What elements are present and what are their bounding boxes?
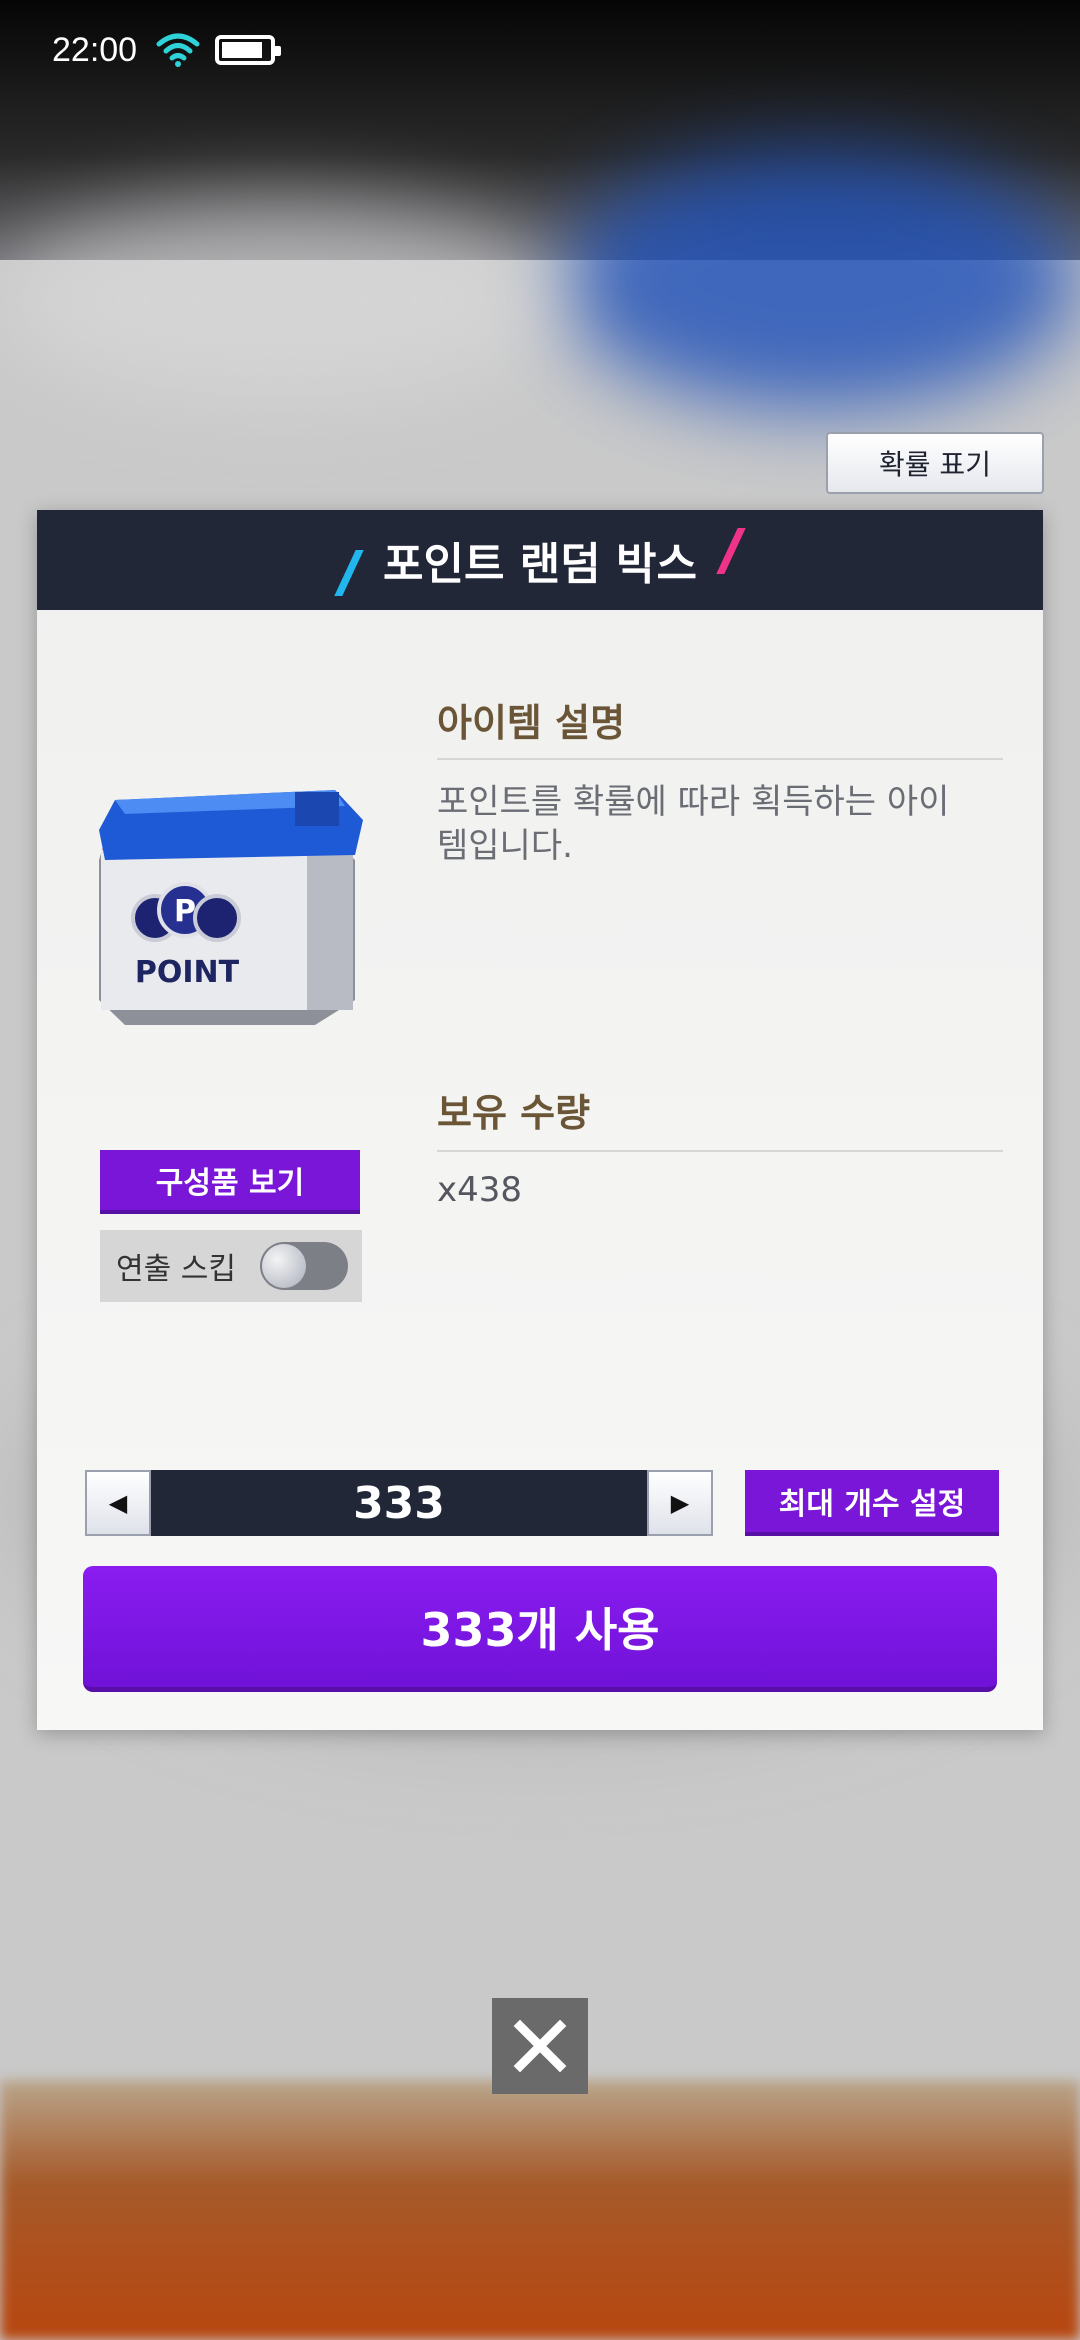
description-text: 포인트를 확률에 따라 획득하는 아이템입니다.	[437, 782, 950, 866]
arrow-right-icon: ▶	[670, 1489, 690, 1517]
arrow-left-icon: ◀	[108, 1489, 128, 1517]
decor-slash-blue	[334, 550, 364, 596]
item-image-text: POINT	[135, 955, 240, 990]
skip-animation-toggle[interactable]	[259, 1242, 348, 1290]
description-title: 아이템 설명	[437, 701, 626, 745]
close-button[interactable]	[492, 1998, 588, 2094]
decor-slash-pink	[716, 528, 746, 574]
quantity-value: x438	[437, 1170, 523, 1210]
clock: 22:00	[52, 30, 138, 69]
wifi-icon	[156, 33, 200, 67]
item-dialog: 포인트 랜덤 박스 P POINT 아이템 설명 포인트를 확률에 따라 획득하…	[37, 510, 1043, 1730]
description-divider	[437, 758, 1003, 760]
close-icon	[513, 2019, 567, 2073]
quantity-stepper: ◀ 333 ▶	[85, 1470, 713, 1536]
view-components-button[interactable]: 구성품 보기	[100, 1150, 360, 1214]
skip-animation-label: 연출 스킵	[116, 1252, 236, 1287]
stepper-value[interactable]: 333	[151, 1470, 647, 1536]
svg-text:P: P	[174, 894, 196, 929]
quantity-title: 보유 수량	[437, 1091, 591, 1135]
set-max-button[interactable]: 최대 개수 설정	[745, 1470, 999, 1536]
use-button[interactable]: 333개 사용	[83, 1566, 997, 1692]
status-bar: 22:00	[0, 0, 1080, 100]
dialog-title: 포인트 랜덤 박스	[383, 539, 697, 590]
point-box-icon: P POINT	[99, 790, 363, 1025]
increase-button[interactable]: ▶	[647, 1470, 713, 1536]
probability-button[interactable]: 확률 표기	[826, 432, 1044, 494]
skip-animation-row: 연출 스킵	[100, 1230, 362, 1302]
decrease-button[interactable]: ◀	[85, 1470, 151, 1536]
battery-icon	[215, 35, 282, 65]
dialog-header: 포인트 랜덤 박스	[37, 510, 1043, 610]
toggle-knob	[261, 1244, 306, 1288]
quantity-divider	[437, 1150, 1003, 1152]
